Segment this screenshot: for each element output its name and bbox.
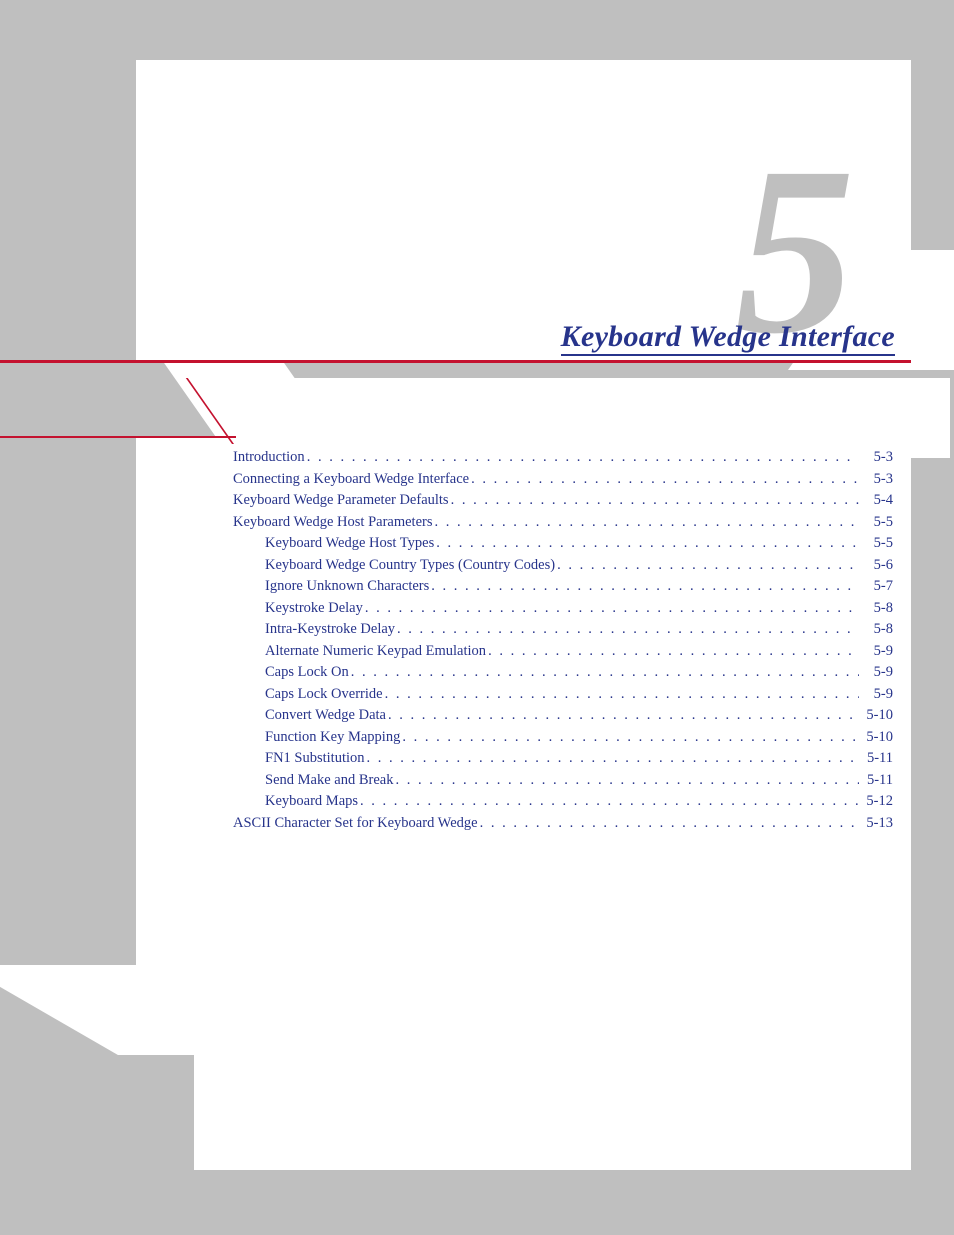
toc-entry[interactable]: Intra-Keystroke Delay 5-8 <box>233 621 893 643</box>
toc-entry[interactable]: Alternate Numeric Keypad Emulation 5-9 <box>233 643 893 665</box>
toc-entry[interactable]: ASCII Character Set for Keyboard Wedge 5-… <box>233 815 893 837</box>
toc-entry-page: 5-10 <box>859 729 893 746</box>
toc-entry-label: Introduction <box>233 449 305 466</box>
toc-entry-label: Send Make and Break <box>265 772 393 789</box>
toc-leader-dots <box>393 772 859 789</box>
toc-entry-page: 5-3 <box>859 471 893 488</box>
toc-entry[interactable]: Send Make and Break 5-11 <box>233 772 893 794</box>
toc-entry-page: 5-8 <box>859 600 893 617</box>
toc-entry-label: Intra-Keystroke Delay <box>265 621 395 638</box>
toc-entry-label: Keystroke Delay <box>265 600 363 617</box>
toc-leader-dots <box>358 793 859 810</box>
toc-entry-label: FN1 Substitution <box>265 750 365 767</box>
toc-entry-label: Keyboard Maps <box>265 793 358 810</box>
toc-entry-page: 5-5 <box>859 514 893 531</box>
toc-entry[interactable]: Keyboard Wedge Country Types (Country Co… <box>233 557 893 579</box>
toc-entry[interactable]: Function Key Mapping 5-10 <box>233 729 893 751</box>
toc-entry[interactable]: Keyboard Maps 5-12 <box>233 793 893 815</box>
toc-entry[interactable]: Caps Lock Override 5-9 <box>233 686 893 708</box>
toc-leader-dots <box>365 750 859 767</box>
toc-entry-label: Convert Wedge Data <box>265 707 386 724</box>
toc-entry-page: 5-12 <box>859 793 893 810</box>
toc-entry[interactable]: Ignore Unknown Characters 5-7 <box>233 578 893 600</box>
toc-entry[interactable]: Keyboard Wedge Host Types 5-5 <box>233 535 893 557</box>
toc-entry-page: 5-4 <box>859 492 893 509</box>
toc-entry[interactable]: Keyboard Wedge Parameter Defaults 5-4 <box>233 492 893 514</box>
toc-leader-dots <box>555 557 859 574</box>
toc-entry-label: Ignore Unknown Characters <box>265 578 429 595</box>
header-red-rule-top <box>0 360 911 363</box>
toc-entry[interactable]: Connecting a Keyboard Wedge Interface 5-3 <box>233 471 893 493</box>
table-of-contents: Introduction5-3Connecting a Keyboard Wed… <box>233 449 893 836</box>
toc-leader-dots <box>429 578 859 595</box>
header-red-rule-mid <box>0 436 236 438</box>
toc-leader-dots <box>395 621 859 638</box>
toc-entry-page: 5-9 <box>859 664 893 681</box>
toc-entry[interactable]: Keyboard Wedge Host Parameters 5-5 <box>233 514 893 536</box>
toc-leader-dots <box>469 471 859 488</box>
toc-leader-dots <box>449 492 859 509</box>
toc-entry[interactable]: Introduction 5-3 <box>233 449 893 471</box>
toc-entry-label: Function Key Mapping <box>265 729 400 746</box>
toc-entry-page: 5-3 <box>859 449 893 466</box>
toc-entry-page: 5-11 <box>859 772 893 789</box>
toc-leader-dots <box>386 707 859 724</box>
toc-entry-label: Caps Lock Override <box>265 686 383 703</box>
toc-entry-page: 5-6 <box>859 557 893 574</box>
toc-entry-label: Keyboard Wedge Country Types (Country Co… <box>265 557 555 574</box>
header-white-cut <box>250 378 950 458</box>
toc-entry-page: 5-5 <box>859 535 893 552</box>
toc-leader-dots <box>400 729 859 746</box>
toc-entry-page: 5-11 <box>859 750 893 767</box>
toc-leader-dots <box>478 815 859 832</box>
chapter-title: Keyboard Wedge Interface <box>0 320 895 354</box>
toc-entry-label: Connecting a Keyboard Wedge Interface <box>233 471 469 488</box>
toc-entry[interactable]: FN1 Substitution 5-11 <box>233 750 893 772</box>
chapter-title-text: Keyboard Wedge Interface <box>561 320 895 356</box>
toc-leader-dots <box>486 643 859 660</box>
toc-leader-dots <box>433 514 860 531</box>
toc-entry[interactable]: Convert Wedge Data 5-10 <box>233 707 893 729</box>
toc-entry-page: 5-13 <box>859 815 893 832</box>
toc-entry-label: Alternate Numeric Keypad Emulation <box>265 643 486 660</box>
toc-leader-dots <box>363 600 859 617</box>
toc-leader-dots <box>383 686 859 703</box>
toc-leader-dots <box>434 535 859 552</box>
toc-entry-page: 5-10 <box>859 707 893 724</box>
toc-entry-label: Keyboard Wedge Host Types <box>265 535 434 552</box>
toc-leader-dots <box>305 449 859 466</box>
toc-entry-page: 5-9 <box>859 643 893 660</box>
toc-entry-page: 5-9 <box>859 686 893 703</box>
toc-entry-page: 5-8 <box>859 621 893 638</box>
toc-entry[interactable]: Keystroke Delay 5-8 <box>233 600 893 622</box>
toc-entry-label: Keyboard Wedge Parameter Defaults <box>233 492 449 509</box>
toc-entry-label: ASCII Character Set for Keyboard Wedge <box>233 815 478 832</box>
toc-leader-dots <box>349 664 859 681</box>
toc-entry[interactable]: Caps Lock On 5-9 <box>233 664 893 686</box>
toc-entry-page: 5-7 <box>859 578 893 595</box>
toc-entry-label: Keyboard Wedge Host Parameters <box>233 514 433 531</box>
toc-entry-label: Caps Lock On <box>265 664 349 681</box>
